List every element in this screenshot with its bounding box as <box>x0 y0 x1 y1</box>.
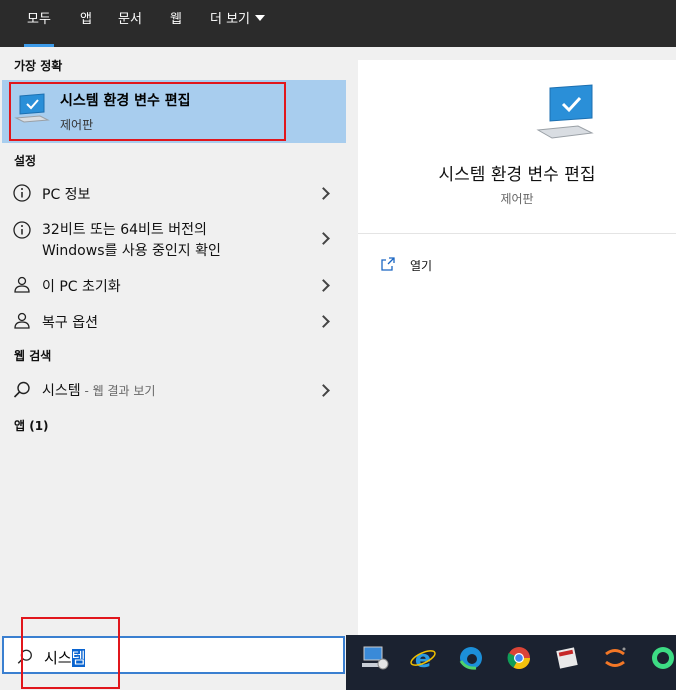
settings-item-label-line2: Windows를 사용 중인지 확인 <box>42 243 221 259</box>
web-search-item[interactable]: 시스템 - 웹 결과 보기 <box>2 372 346 408</box>
system-monitor-icon <box>536 84 594 139</box>
web-search-text: 시스템 - 웹 결과 보기 <box>42 380 155 400</box>
detail-title: 시스템 환경 변수 편집 <box>438 165 596 185</box>
annotation-box <box>9 82 286 141</box>
settings-item-pc-info[interactable]: PC 정보 <box>2 175 346 211</box>
chrome-icon[interactable] <box>504 643 534 673</box>
search-scope-tabs: 모두 앱 문서 웹 더 보기 <box>0 0 676 47</box>
apps-heading: 앱 (1) <box>14 419 49 433</box>
tab-documents[interactable]: 문서 <box>115 0 145 47</box>
best-match-heading: 가장 정확 <box>14 59 63 73</box>
edge-icon[interactable] <box>456 643 486 673</box>
settings-heading: 설정 <box>14 154 37 168</box>
svg-text:e: e <box>415 645 431 673</box>
chevron-right-icon <box>317 232 330 245</box>
tab-apps[interactable]: 앱 <box>77 0 95 47</box>
chevron-right-icon <box>317 279 330 292</box>
web-search-heading: 웹 검색 <box>14 349 52 363</box>
recovery-icon <box>14 312 30 329</box>
tab-web[interactable]: 웹 <box>167 0 185 47</box>
chevron-right-icon <box>317 315 330 328</box>
web-search-suffix: - 웹 결과 보기 <box>80 384 156 398</box>
web-search-query: 시스템 <box>42 383 81 399</box>
chevron-down-icon <box>255 15 266 21</box>
chevron-right-icon <box>317 187 330 200</box>
internet-explorer-icon[interactable]: e <box>408 643 438 673</box>
jupyter-icon[interactable] <box>600 643 630 673</box>
system-properties-icon[interactable] <box>360 643 390 673</box>
open-action[interactable]: 열기 <box>410 257 432 274</box>
settings-item-check-bitness[interactable]: 32비트 또는 64비트 버전의 Windows를 사용 중인지 확인 <box>2 214 346 264</box>
open-icon <box>381 257 395 271</box>
settings-item-label-line1: 32비트 또는 64비트 버전의 <box>42 222 207 238</box>
tab-all[interactable]: 모두 <box>24 0 54 47</box>
settings-item-label: 이 PC 초기화 <box>42 279 121 295</box>
info-icon <box>13 184 31 202</box>
android-studio-icon[interactable] <box>648 643 676 673</box>
reset-icon <box>14 276 30 293</box>
results-pane: 가장 정확 시스템 환경 변수 편집 제어판 설정 PC 정보 32비트 또는 … <box>0 47 346 635</box>
chevron-right-icon <box>317 384 330 397</box>
tab-more[interactable]: 더 보기 <box>207 0 268 47</box>
info-icon <box>13 221 31 239</box>
divider <box>358 233 676 234</box>
settings-item-label: 복구 옵션 <box>42 315 98 331</box>
annotation-box <box>21 617 120 689</box>
app-icon[interactable] <box>552 643 582 673</box>
taskbar: e <box>346 635 676 690</box>
settings-item-label: PC 정보 <box>42 187 91 203</box>
settings-item-reset-pc[interactable]: 이 PC 초기화 <box>2 267 346 303</box>
tab-more-label: 더 보기 <box>210 12 251 27</box>
detail-subtitle: 제어판 <box>500 192 534 206</box>
detail-pane: 시스템 환경 변수 편집 제어판 열기 <box>358 60 676 635</box>
search-icon <box>13 381 30 398</box>
settings-item-recovery[interactable]: 복구 옵션 <box>2 303 346 339</box>
